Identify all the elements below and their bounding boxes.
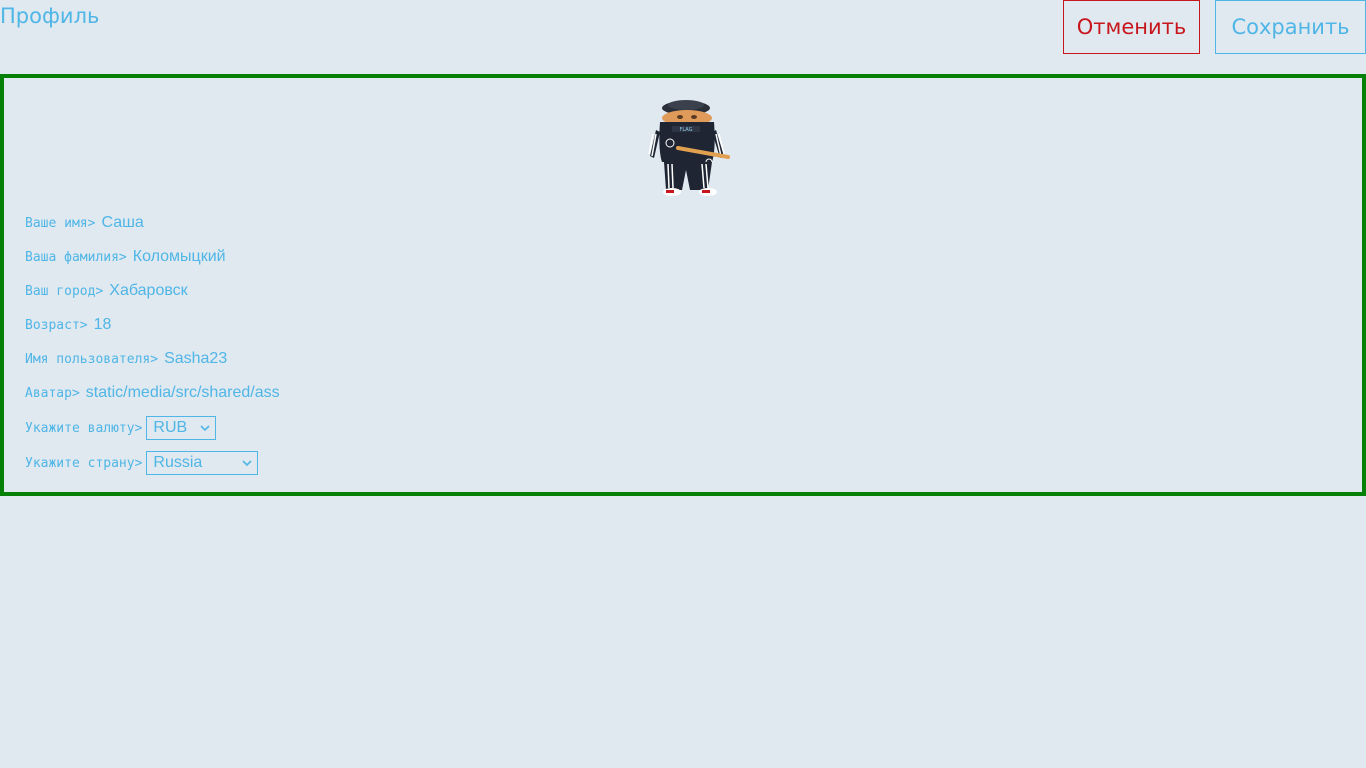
avatar: FLAG (642, 100, 734, 198)
age-value[interactable]: 18 (94, 316, 112, 334)
last-name-value[interactable]: Коломыцкий (133, 248, 226, 266)
city-row: Ваш город> Хабаровск (25, 279, 188, 303)
country-row: Укажите страну> Russia (25, 451, 259, 475)
avatar-path-row: Аватар> static/media/src/shared/assets (25, 381, 280, 405)
svg-text:FLAG: FLAG (680, 127, 693, 133)
avatar-path-label: Аватар> (25, 385, 80, 401)
chevron-down-icon (242, 460, 252, 467)
currency-select-value: RUB (153, 419, 188, 436)
first-name-label: Ваше имя> (25, 215, 96, 231)
city-value[interactable]: Хабаровск (109, 282, 187, 300)
country-select[interactable]: Russia (146, 451, 259, 475)
avatar-path-value[interactable]: static/media/src/shared/assets (86, 384, 280, 402)
cancel-button[interactable]: Отменить (1063, 0, 1200, 54)
currency-row: Укажите валюту> RUB (25, 416, 217, 440)
cat-avatar-icon: FLAG (648, 100, 730, 196)
first-name-row: Ваше имя> Саша (25, 211, 144, 235)
last-name-label: Ваша фамилия> (25, 249, 127, 265)
country-select-value: Russia (153, 454, 203, 471)
profile-form: FLAG Ваше имя> Саша Ваша фамилия> Коломы… (0, 74, 1366, 496)
age-label: Возраст> (25, 317, 88, 333)
username-row: Имя пользователя> Sasha23 (25, 347, 227, 371)
country-label: Укажите страну> (25, 455, 143, 471)
chevron-down-icon (200, 425, 210, 432)
page-title: Профиль (0, 4, 100, 28)
currency-label: Укажите валюту> (25, 420, 143, 436)
currency-select[interactable]: RUB (146, 416, 217, 440)
username-value[interactable]: Sasha23 (164, 350, 227, 368)
last-name-row: Ваша фамилия> Коломыцкий (25, 245, 226, 269)
save-button[interactable]: Сохранить (1215, 0, 1366, 54)
username-label: Имя пользователя> (25, 351, 159, 367)
first-name-value[interactable]: Саша (101, 214, 143, 232)
city-label: Ваш город> (25, 283, 104, 299)
age-row: Возраст> 18 (25, 313, 111, 337)
